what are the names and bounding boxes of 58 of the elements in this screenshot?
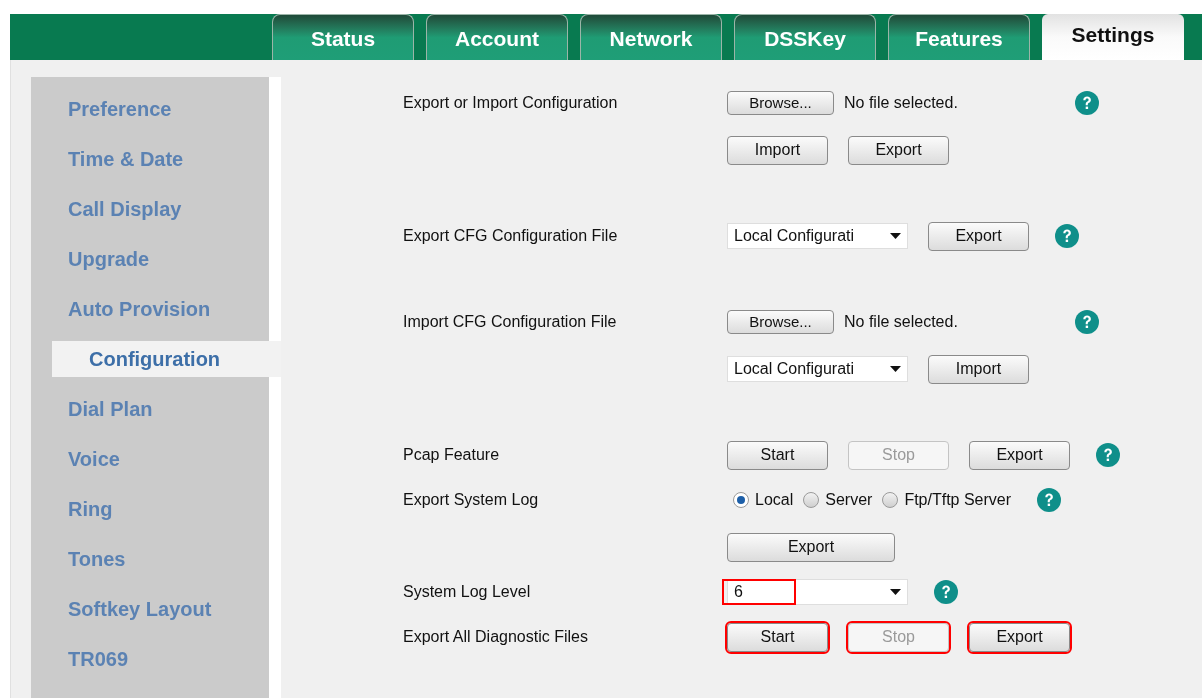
action-button[interactable]: Export <box>969 622 1070 652</box>
nav-tab[interactable]: Status <box>272 14 414 60</box>
field-label: Export CFG Configuration File <box>403 226 618 246</box>
dropdown-select[interactable]: Local Configurati <box>727 223 908 249</box>
nav-tab[interactable]: Settings <box>1042 14 1184 60</box>
help-icon[interactable] <box>1055 224 1079 248</box>
action-button[interactable]: Import <box>727 135 828 165</box>
help-icon[interactable] <box>1096 443 1120 467</box>
radio-button[interactable] <box>803 492 820 508</box>
sidebar-item[interactable]: Dial Plan <box>31 391 269 427</box>
sidebar-item[interactable]: Softkey Layout <box>31 591 269 627</box>
radio-button[interactable] <box>882 492 899 508</box>
field-label: Export All Diagnostic Files <box>403 627 588 647</box>
field-label: Import CFG Configuration File <box>403 312 617 332</box>
sidebar-item[interactable]: Auto Provision <box>31 291 269 327</box>
action-button[interactable]: Start <box>727 622 828 652</box>
nav-tab[interactable]: DSSKey <box>734 14 876 60</box>
sidebar-item[interactable]: Configuration <box>52 341 281 377</box>
sidebar-item[interactable]: Preference <box>31 91 269 127</box>
dropdown-select[interactable]: Local Configurati <box>727 356 908 382</box>
action-button[interactable]: Export <box>848 135 949 165</box>
sidebar-item[interactable]: Upgrade <box>31 241 269 277</box>
dropdown-caret-icon <box>890 366 901 372</box>
nav-tab[interactable]: Features <box>888 14 1030 60</box>
radio-label: Server <box>825 490 873 510</box>
select-value: Local Configurati <box>733 226 855 246</box>
sidebar-item[interactable]: Tones <box>31 541 269 577</box>
dropdown-caret-icon <box>890 589 901 595</box>
dropdown-caret-icon <box>890 233 901 239</box>
action-button[interactable]: Import <box>928 354 1029 384</box>
help-icon[interactable] <box>1075 91 1099 115</box>
select-value: Local Configurati <box>733 359 855 379</box>
help-icon[interactable] <box>934 580 958 604</box>
browse-button[interactable]: Browse... <box>727 310 834 334</box>
radio-label: Local <box>755 490 794 510</box>
nav-tab[interactable]: Network <box>580 14 722 60</box>
radio-button[interactable] <box>733 492 749 508</box>
browse-button[interactable]: Browse... <box>727 91 834 115</box>
action-button[interactable]: Export <box>969 440 1070 470</box>
field-label: System Log Level <box>403 582 531 602</box>
radio-label: Ftp/Tftp Server <box>904 490 1012 510</box>
sidebar-item[interactable]: Ring <box>31 491 269 527</box>
nav-tab[interactable]: Account <box>426 14 568 60</box>
file-status-text: No file selected. <box>844 93 958 113</box>
sidebar-item[interactable]: TR069 <box>31 641 269 677</box>
sidebar-item[interactable]: Voice <box>31 441 269 477</box>
sidebar-item[interactable]: Call Display <box>31 191 269 227</box>
action-button[interactable]: Export <box>928 221 1029 251</box>
help-icon[interactable] <box>1037 488 1062 512</box>
file-status-text: No file selected. <box>844 312 958 332</box>
help-icon[interactable] <box>1075 310 1099 334</box>
field-label: Export System Log <box>403 490 539 510</box>
field-label: Pcap Feature <box>403 445 500 465</box>
sidebar-item[interactable]: Time & Date <box>31 141 269 177</box>
action-button[interactable]: Start <box>727 440 828 470</box>
select-value: 6 <box>722 579 796 605</box>
field-label: Export or Import Configuration <box>403 93 618 113</box>
action-button[interactable]: Export <box>727 532 895 562</box>
